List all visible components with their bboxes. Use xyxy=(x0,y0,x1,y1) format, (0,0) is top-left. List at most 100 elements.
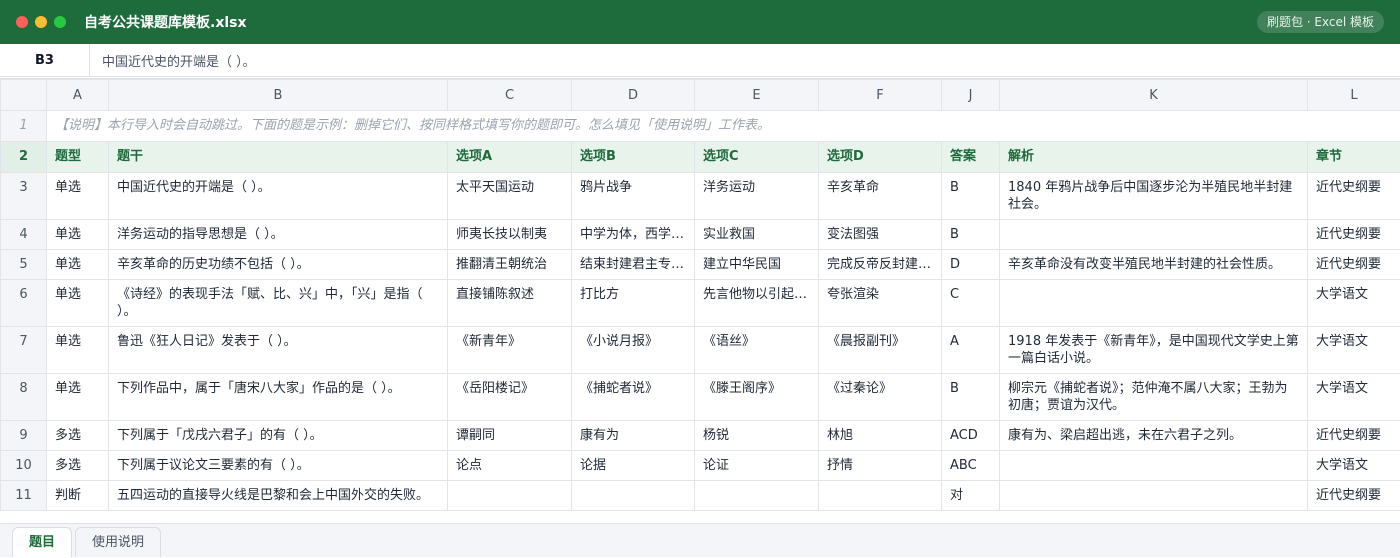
table-cell[interactable]: 《小说月报》 xyxy=(572,327,695,374)
close-window-button[interactable] xyxy=(16,16,28,28)
column-header-a[interactable]: A xyxy=(47,80,109,111)
table-cell[interactable]: 建立中华民国 xyxy=(695,250,819,280)
row-number[interactable]: 4 xyxy=(1,220,47,250)
table-cell[interactable] xyxy=(572,481,695,511)
table-cell[interactable]: 1918 年发表于《新青年》，是中国现代文学史上第一篇白话小说。 xyxy=(1000,327,1308,374)
table-cell[interactable]: 单选 xyxy=(47,250,109,280)
table-cell[interactable]: 太平天国运动 xyxy=(448,173,572,220)
table-cell[interactable]: 辛亥革命的历史功绩不包括（ ）。 xyxy=(109,250,448,280)
table-cell[interactable]: ACD xyxy=(942,421,1000,451)
sheet-tab-1[interactable]: 题目 xyxy=(12,527,72,557)
maximize-window-button[interactable] xyxy=(54,16,66,28)
table-cell[interactable]: 谭嗣同 xyxy=(448,421,572,451)
table-cell[interactable]: 《晨报副刊》 xyxy=(819,327,942,374)
table-cell[interactable]: 抒情 xyxy=(819,451,942,481)
table-cell[interactable]: 结束封建君主专制制度 xyxy=(572,250,695,280)
table-cell[interactable] xyxy=(695,481,819,511)
row-number[interactable]: 1 xyxy=(1,111,47,142)
table-cell[interactable]: 单选 xyxy=(47,280,109,327)
table-cell[interactable]: 对 xyxy=(942,481,1000,511)
column-header-b[interactable]: B xyxy=(109,80,448,111)
row-number[interactable]: 10 xyxy=(1,451,47,481)
table-cell[interactable]: 鸦片战争 xyxy=(572,173,695,220)
row-number[interactable]: 7 xyxy=(1,327,47,374)
select-all-corner[interactable] xyxy=(1,80,47,111)
column-header-d[interactable]: D xyxy=(572,80,695,111)
column-header-k[interactable]: K xyxy=(1000,80,1308,111)
table-cell[interactable]: B xyxy=(942,173,1000,220)
table-cell[interactable]: 近代史纲要 xyxy=(1308,220,1400,250)
table-cell[interactable]: 1840 年鸦片战争后中国逐步沦为半殖民地半封建社会。 xyxy=(1000,173,1308,220)
table-cell[interactable]: B xyxy=(942,220,1000,250)
table-cell[interactable] xyxy=(1000,481,1308,511)
table-cell[interactable]: 近代史纲要 xyxy=(1308,421,1400,451)
column-header-l[interactable]: L xyxy=(1308,80,1400,111)
formula-input[interactable]: 中国近代史的开端是（ ）。 xyxy=(90,51,256,70)
table-cell[interactable]: ABC xyxy=(942,451,1000,481)
field-header-cell[interactable]: 答案 xyxy=(942,142,1000,173)
table-cell[interactable]: 下列属于议论文三要素的有（ ）。 xyxy=(109,451,448,481)
row-number[interactable]: 3 xyxy=(1,173,47,220)
table-cell[interactable]: 康有为 xyxy=(572,421,695,451)
table-cell[interactable]: 《过秦论》 xyxy=(819,374,942,421)
table-cell[interactable]: 柳宗元《捕蛇者说》；范仲淹不属八大家；王勃为初唐；贾谊为汉代。 xyxy=(1000,374,1308,421)
column-header-j[interactable]: J xyxy=(942,80,1000,111)
sheet-tab-2[interactable]: 使用说明 xyxy=(75,527,161,557)
table-cell[interactable]: 多选 xyxy=(47,451,109,481)
table-cell[interactable]: 大学语文 xyxy=(1308,451,1400,481)
table-cell[interactable]: 康有为、梁启超出逃，未在六君子之列。 xyxy=(1000,421,1308,451)
table-cell[interactable]: 单选 xyxy=(47,173,109,220)
table-cell[interactable]: 先言他物以引起所咏之词 xyxy=(695,280,819,327)
table-cell[interactable]: 变法图强 xyxy=(819,220,942,250)
table-cell[interactable]: 近代史纲要 xyxy=(1308,481,1400,511)
table-cell[interactable]: 论据 xyxy=(572,451,695,481)
column-header-c[interactable]: C xyxy=(448,80,572,111)
table-cell[interactable]: 鲁迅《狂人日记》发表于（ ）。 xyxy=(109,327,448,374)
table-cell[interactable]: 大学语文 xyxy=(1308,327,1400,374)
row-number[interactable]: 8 xyxy=(1,374,47,421)
table-cell[interactable]: 《诗经》的表现手法「赋、比、兴」中，「兴」是指（ ）。 xyxy=(109,280,448,327)
table-cell[interactable]: 《新青年》 xyxy=(448,327,572,374)
minimize-window-button[interactable] xyxy=(35,16,47,28)
table-cell[interactable]: 近代史纲要 xyxy=(1308,173,1400,220)
column-header-f[interactable]: F xyxy=(819,80,942,111)
table-cell[interactable] xyxy=(1000,280,1308,327)
table-cell[interactable]: 完成反帝反封建任务 xyxy=(819,250,942,280)
table-cell[interactable]: 《滕王阁序》 xyxy=(695,374,819,421)
table-cell[interactable] xyxy=(1000,220,1308,250)
field-header-cell[interactable]: 题型 xyxy=(47,142,109,173)
field-header-cell[interactable]: 选项D xyxy=(819,142,942,173)
table-cell[interactable]: 直接铺陈叙述 xyxy=(448,280,572,327)
note-cell[interactable]: 【说明】本行导入时会自动跳过。下面的题是示例：删掉它们、按同样格式填写你的题即可… xyxy=(47,111,1400,142)
table-cell[interactable]: 大学语文 xyxy=(1308,280,1400,327)
table-cell[interactable]: 师夷长技以制夷 xyxy=(448,220,572,250)
table-cell[interactable]: 辛亥革命没有改变半殖民地半封建的社会性质。 xyxy=(1000,250,1308,280)
table-cell[interactable] xyxy=(448,481,572,511)
table-cell[interactable]: 《岳阳楼记》 xyxy=(448,374,572,421)
table-cell[interactable]: A xyxy=(942,327,1000,374)
row-number[interactable]: 5 xyxy=(1,250,47,280)
table-cell[interactable]: B xyxy=(942,374,1000,421)
cell-reference-box[interactable]: B3 xyxy=(0,44,90,77)
table-cell[interactable]: D xyxy=(942,250,1000,280)
field-header-cell[interactable]: 选项C xyxy=(695,142,819,173)
table-cell[interactable]: 《捕蛇者说》 xyxy=(572,374,695,421)
table-cell[interactable]: 下列作品中，属于「唐宋八大家」作品的是（ ）。 xyxy=(109,374,448,421)
row-number[interactable]: 9 xyxy=(1,421,47,451)
field-header-cell[interactable]: 选项A xyxy=(448,142,572,173)
table-cell[interactable]: 夸张渲染 xyxy=(819,280,942,327)
table-cell[interactable]: 五四运动的直接导火线是巴黎和会上中国外交的失败。 xyxy=(109,481,448,511)
table-cell[interactable]: 判断 xyxy=(47,481,109,511)
table-cell[interactable]: 中学为体，西学为用 xyxy=(572,220,695,250)
table-cell[interactable]: 杨锐 xyxy=(695,421,819,451)
table-cell[interactable]: 辛亥革命 xyxy=(819,173,942,220)
table-cell[interactable]: 洋务运动 xyxy=(695,173,819,220)
table-cell[interactable]: 洋务运动的指导思想是（ ）。 xyxy=(109,220,448,250)
table-cell[interactable]: 多选 xyxy=(47,421,109,451)
table-cell[interactable]: 大学语文 xyxy=(1308,374,1400,421)
table-cell[interactable]: 推翻清王朝统治 xyxy=(448,250,572,280)
row-number[interactable]: 11 xyxy=(1,481,47,511)
table-cell[interactable]: 下列属于「戊戌六君子」的有（ ）。 xyxy=(109,421,448,451)
field-header-cell[interactable]: 题干 xyxy=(109,142,448,173)
field-header-cell[interactable]: 解析 xyxy=(1000,142,1308,173)
